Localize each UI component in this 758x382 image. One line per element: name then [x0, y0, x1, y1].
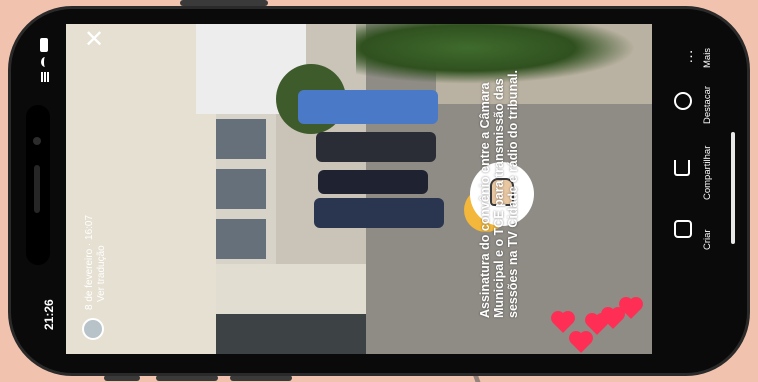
avatar[interactable] — [82, 318, 104, 340]
create-label: Criar — [702, 229, 713, 250]
scroll-handle[interactable] — [731, 132, 735, 244]
video-caption: Assinatura do convênio entre a Câmara Mu… — [478, 70, 520, 318]
create-icon[interactable] — [674, 220, 692, 238]
translate-link[interactable]: Ver tradução — [96, 245, 107, 302]
post-date: 8 de fevereiro · 16:07 — [84, 214, 95, 310]
more-icon[interactable]: ⋯ — [683, 50, 700, 64]
share-icon[interactable] — [674, 160, 690, 176]
highlight-label: Destacar — [702, 85, 713, 124]
speaker-grille — [34, 165, 40, 213]
front-camera-icon — [33, 137, 41, 145]
signal-icon — [41, 72, 49, 82]
highlight-icon[interactable] — [674, 92, 692, 110]
person-image — [314, 198, 444, 228]
status-time: 21:26 — [42, 299, 56, 330]
share-label: Compartilhar — [702, 145, 713, 200]
person-image — [298, 90, 438, 124]
more-label: Mais — [702, 47, 713, 68]
battery-icon — [40, 38, 48, 52]
wifi-icon — [41, 57, 49, 67]
close-icon[interactable]: ✕ — [84, 28, 104, 52]
video-frame[interactable] — [66, 24, 652, 354]
person-image — [316, 132, 436, 162]
window-image — [216, 169, 266, 209]
window-image — [216, 119, 266, 159]
window-image — [216, 219, 266, 259]
person-image — [318, 170, 428, 194]
